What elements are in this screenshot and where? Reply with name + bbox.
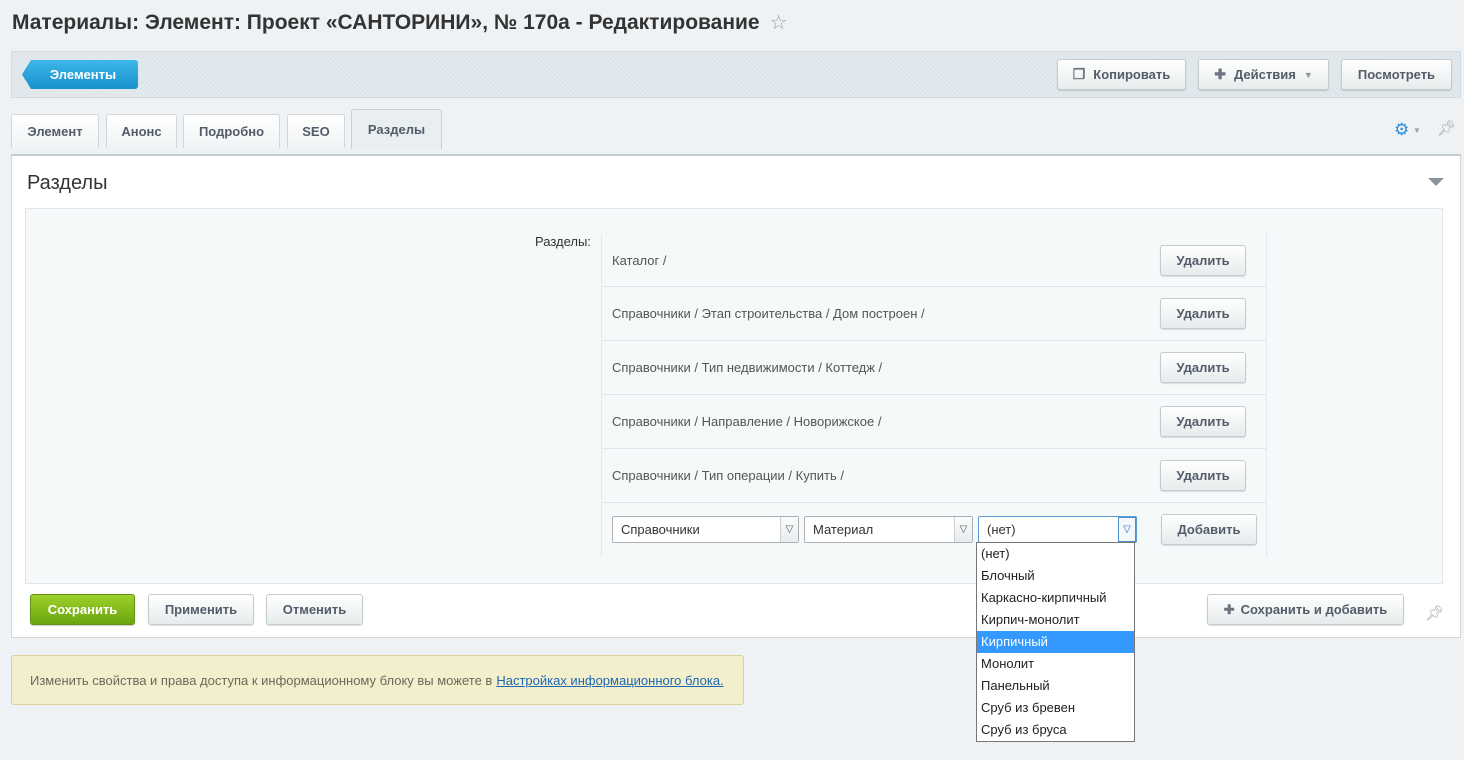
tab-sections[interactable]: Разделы xyxy=(351,109,442,149)
actions-button[interactable]: ✚ Действия ▼ xyxy=(1198,59,1329,90)
section-select-level3[interactable]: (нет) ▽ xyxy=(978,516,1137,543)
tab-announce[interactable]: Анонс xyxy=(106,114,177,148)
copy-button[interactable]: ❐ Копировать xyxy=(1057,59,1186,90)
add-section-button[interactable]: Добавить xyxy=(1161,514,1257,545)
dropdown-option[interactable]: Каркасно-кирпичный xyxy=(977,587,1134,609)
section-select-level2[interactable]: Материал ▽ xyxy=(804,516,973,543)
add-section-row: Справочники ▽ Материал ▽ (нет) ▽ Добавит… xyxy=(602,503,1266,557)
chevron-down-icon[interactable]: ▼ xyxy=(1413,126,1421,135)
dropdown-option[interactable]: Кирпич-монолит xyxy=(977,609,1134,631)
dropdown-option[interactable]: Сруб из бруса xyxy=(977,719,1134,741)
dropdown-option[interactable]: Сруб из бревен xyxy=(977,697,1134,719)
pin-icon[interactable]: 📌︎ xyxy=(1425,604,1444,622)
section-row: Каталог / Удалить xyxy=(602,234,1266,287)
chevron-down-icon: ▽ xyxy=(954,517,972,542)
dropdown-option[interactable]: Блочный xyxy=(977,565,1134,587)
cancel-button[interactable]: Отменить xyxy=(266,594,363,625)
dropdown-option[interactable]: Монолит xyxy=(977,653,1134,675)
section-row: Справочники / Этап строительства / Дом п… xyxy=(602,287,1266,341)
sections-panel: Разделы Разделы: Каталог / Удалить Справ… xyxy=(11,154,1461,638)
actions-label: Действия xyxy=(1234,67,1296,82)
section-row: Справочники / Тип недвижимости / Коттедж… xyxy=(602,341,1266,395)
sections-field-label: Разделы: xyxy=(535,234,591,249)
section-row: Справочники / Тип операции / Купить / Уд… xyxy=(602,449,1266,503)
chevron-down-icon: ▽ xyxy=(1118,517,1136,542)
save-and-add-button[interactable]: ✚ Сохранить и добавить xyxy=(1207,594,1404,625)
pin-icon[interactable]: 📌︎ xyxy=(1437,119,1456,137)
dropdown-option-highlighted[interactable]: Кирпичный xyxy=(977,631,1134,653)
dropdown-option[interactable]: Панельный xyxy=(977,675,1134,697)
chevron-down-icon: ▽ xyxy=(780,517,798,542)
delete-section-button[interactable]: Удалить xyxy=(1160,298,1246,329)
copy-icon: ❐ xyxy=(1072,66,1086,82)
section-path: Справочники / Этап строительства / Дом п… xyxy=(612,306,925,321)
toolbar: Элементы ❐ Копировать ✚ Действия ▼ Посмо… xyxy=(11,51,1461,98)
select-value: Материал xyxy=(813,522,874,537)
panel-title: Разделы xyxy=(27,172,108,194)
section-row: Справочники / Направление / Новорижское … xyxy=(602,395,1266,449)
plus-icon: ✚ xyxy=(1214,66,1226,82)
material-dropdown-list: (нет) Блочный Каркасно-кирпичный Кирпич-… xyxy=(976,542,1135,742)
tab-details[interactable]: Подробно xyxy=(183,114,280,148)
info-notice: Изменить свойства и права доступа к инфо… xyxy=(11,655,744,705)
page-title-text: Материалы: Элемент: Проект «САНТОРИНИ», … xyxy=(12,10,760,34)
section-select-level1[interactable]: Справочники ▽ xyxy=(612,516,799,543)
star-icon[interactable]: ☆ xyxy=(770,10,788,35)
delete-section-button[interactable]: Удалить xyxy=(1160,244,1246,276)
dropdown-option[interactable]: (нет) xyxy=(977,543,1134,565)
collapse-icon[interactable] xyxy=(1428,178,1444,186)
select-value: Справочники xyxy=(621,522,700,537)
section-path: Справочники / Направление / Новорижское … xyxy=(612,414,882,429)
section-path: Справочники / Тип недвижимости / Коттедж… xyxy=(612,360,883,375)
save-and-add-label: Сохранить и добавить xyxy=(1240,602,1388,617)
notice-text: Изменить свойства и права доступа к инфо… xyxy=(30,672,493,688)
copy-label: Копировать xyxy=(1093,67,1171,82)
iblock-settings-link[interactable]: Настройках информационного блока. xyxy=(496,673,723,688)
tab-element[interactable]: Элемент xyxy=(11,114,99,148)
view-button[interactable]: Посмотреть xyxy=(1341,59,1452,90)
apply-button[interactable]: Применить xyxy=(148,594,254,625)
back-to-elements-button[interactable]: Элементы xyxy=(22,60,138,89)
section-path: Каталог / xyxy=(612,252,667,268)
tab-seo[interactable]: SEO xyxy=(287,114,345,148)
plus-icon: ✚ xyxy=(1223,601,1235,617)
select-value: (нет) xyxy=(987,522,1016,537)
section-path: Справочники / Тип операции / Купить / xyxy=(612,468,844,483)
page-title: Материалы: Элемент: Проект «САНТОРИНИ», … xyxy=(12,10,788,35)
delete-section-button[interactable]: Удалить xyxy=(1160,352,1246,383)
chevron-down-icon: ▼ xyxy=(1303,69,1313,80)
gear-icon[interactable]: ⚙ xyxy=(1394,120,1409,140)
sections-table: Каталог / Удалить Справочники / Этап стр… xyxy=(601,234,1267,557)
delete-section-button[interactable]: Удалить xyxy=(1160,460,1246,491)
save-button[interactable]: Сохранить xyxy=(30,594,135,625)
delete-section-button[interactable]: Удалить xyxy=(1160,406,1246,437)
sections-form: Разделы: Каталог / Удалить Справочники /… xyxy=(25,208,1443,584)
